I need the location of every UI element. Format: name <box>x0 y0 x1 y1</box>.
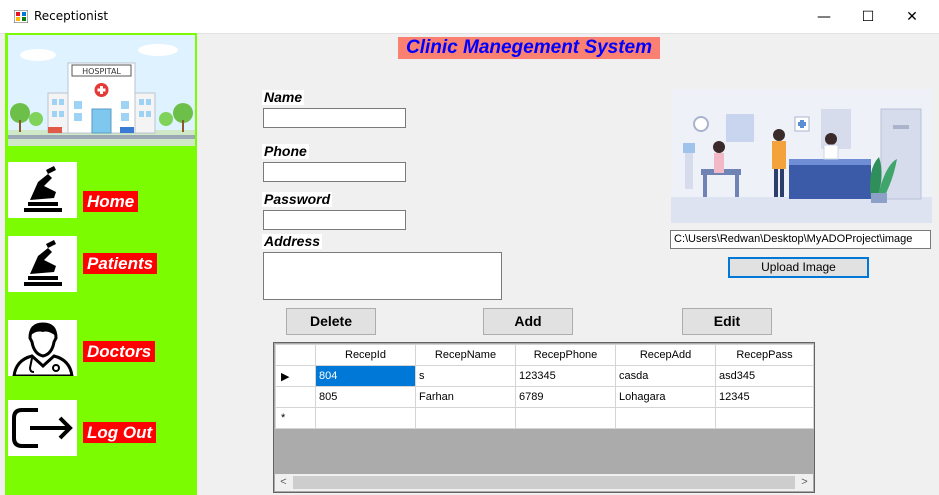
name-label: Name <box>262 89 305 105</box>
edit-button[interactable]: Edit <box>682 308 772 335</box>
table-row[interactable]: 805 Farhan 6789 Lohagara 12345 <box>275 386 814 408</box>
column-header-receppass[interactable]: RecepPass <box>715 344 814 366</box>
grid-header-row: RecepId RecepName RecepPhone RecepAdd Re… <box>275 344 814 366</box>
dental-chair-icon <box>8 162 77 218</box>
column-header-recepphone[interactable]: RecepPhone <box>515 344 616 366</box>
add-button[interactable]: Add <box>483 308 573 335</box>
table-cell[interactable] <box>615 407 716 429</box>
grid-corner-header <box>275 344 316 366</box>
current-row-indicator-icon[interactable]: ▶ <box>275 365 316 387</box>
table-cell[interactable] <box>515 407 616 429</box>
name-input[interactable] <box>263 108 406 128</box>
sidebar-item-patients[interactable]: Patients <box>83 253 158 274</box>
horizontal-scrollbar[interactable]: < > <box>275 474 813 491</box>
minimize-button[interactable]: — <box>801 0 847 33</box>
table-cell[interactable] <box>315 407 416 429</box>
table-cell[interactable]: asd345 <box>715 365 814 387</box>
table-cell[interactable] <box>715 407 814 429</box>
password-label: Password <box>262 191 333 207</box>
maximize-button[interactable]: ☐ <box>845 0 891 33</box>
sidebar-item-logout[interactable]: Log Out <box>83 422 157 443</box>
scroll-right-icon[interactable]: > <box>796 474 813 491</box>
upload-image-button[interactable]: Upload Image <box>728 257 869 278</box>
phone-input[interactable] <box>263 162 406 182</box>
dental-chair-icon <box>8 236 77 292</box>
page-title: Clinic Manegement System <box>398 37 660 59</box>
app-icon <box>14 10 28 23</box>
table-cell[interactable] <box>415 407 516 429</box>
table-cell[interactable]: s <box>415 365 516 387</box>
close-button[interactable]: ✕ <box>889 0 935 33</box>
table-row[interactable]: ▶ 804 s 123345 casda asd345 <box>275 365 814 387</box>
new-table-row[interactable]: * <box>275 407 814 429</box>
column-header-recepname[interactable]: RecepName <box>415 344 516 366</box>
table-cell[interactable]: 804 <box>315 365 416 387</box>
new-row-indicator-icon[interactable]: * <box>275 407 316 429</box>
table-cell[interactable]: casda <box>615 365 716 387</box>
delete-button[interactable]: Delete <box>286 308 376 335</box>
table-cell[interactable]: 12345 <box>715 386 814 408</box>
address-input[interactable] <box>263 252 502 300</box>
receptionist-data-grid[interactable]: RecepId RecepName RecepPhone RecepAdd Re… <box>273 342 815 493</box>
table-cell[interactable]: 123345 <box>515 365 616 387</box>
table-cell[interactable]: Lohagara <box>615 386 716 408</box>
grid-table: RecepId RecepName RecepPhone RecepAdd Re… <box>275 344 814 429</box>
sidebar-item-doctors[interactable]: Doctors <box>83 341 156 362</box>
scroll-thumb[interactable] <box>293 476 795 489</box>
sidebar: HOSPITAL Home Patients Doctors Log Out <box>5 33 197 495</box>
column-header-recepadd[interactable]: RecepAdd <box>615 344 716 366</box>
hospital-sign-text: HOSPITAL <box>82 67 121 76</box>
receptionist-window: Receptionist — ☐ ✕ HOSPITAL Home Patient… <box>0 0 939 495</box>
table-cell[interactable]: 805 <box>315 386 416 408</box>
doctor-icon <box>8 320 77 378</box>
scroll-left-icon[interactable]: < <box>275 474 292 491</box>
sidebar-item-home[interactable]: Home <box>83 191 139 212</box>
window-title: Receptionist <box>34 9 109 23</box>
phone-label: Phone <box>262 143 309 159</box>
reception-illustration <box>671 89 932 223</box>
logout-icon <box>8 400 77 456</box>
table-cell[interactable]: 6789 <box>515 386 616 408</box>
password-input[interactable] <box>263 210 406 230</box>
table-cell[interactable]: Farhan <box>415 386 516 408</box>
address-label: Address <box>262 233 323 249</box>
title-bar: Receptionist — ☐ ✕ <box>0 0 939 34</box>
column-header-recepid[interactable]: RecepId <box>315 344 416 366</box>
image-path-field[interactable]: C:\Users\Redwan\Desktop\MyADOProject\ima… <box>670 230 931 249</box>
hospital-illustration: HOSPITAL <box>8 35 195 146</box>
row-header[interactable] <box>275 386 316 408</box>
